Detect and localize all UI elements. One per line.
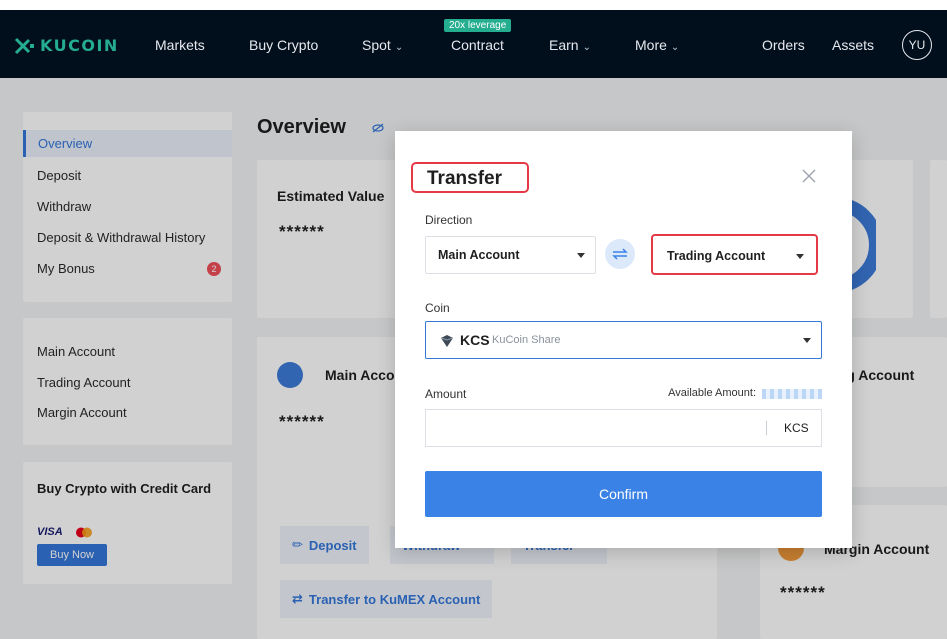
nav-assets[interactable]: Assets (832, 37, 874, 53)
coin-symbol: KCS (460, 332, 490, 348)
confirm-button[interactable]: Confirm (425, 471, 822, 517)
nav-orders[interactable]: Orders (762, 37, 805, 53)
nav-contract-label: Contract (451, 37, 504, 53)
chevron-down-icon: ⌄ (394, 42, 404, 53)
nav-markets[interactable]: Markets (155, 37, 205, 53)
logo-text: KUCOIN (40, 36, 119, 55)
nav-earn-label: Earn (549, 37, 579, 53)
nav-more[interactable]: More ⌄ (635, 37, 679, 53)
nav-buy-crypto[interactable]: Buy Crypto (249, 37, 318, 53)
top-navigation: KUCOIN Markets Buy Crypto Spot ⌄ 20x leve… (0, 10, 947, 78)
top-bar-wrapper: KUCOIN Markets Buy Crypto Spot ⌄ 20x leve… (0, 0, 947, 86)
leverage-badge: 20x leverage (444, 19, 512, 32)
nav-orders-label: Orders (762, 37, 805, 53)
amount-unit: KCS (784, 421, 809, 435)
nav-spot[interactable]: Spot ⌄ (362, 37, 403, 53)
nav-assets-label: Assets (832, 37, 875, 53)
swap-direction-button[interactable] (605, 239, 635, 269)
transfer-dialog: Transfer Direction Main Account Trading … (395, 131, 852, 548)
direction-label: Direction (425, 213, 473, 227)
available-amount-label: Available Amount: (668, 387, 756, 399)
dialog-title-highlight: Transfer (411, 162, 529, 193)
chevron-down-icon: ⌄ (582, 42, 591, 53)
from-account-value: Main Account (438, 248, 520, 262)
coin-name: KuCoin Share (492, 334, 561, 346)
amount-field: KCS (425, 409, 822, 447)
kcs-coin-icon (440, 335, 454, 347)
amount-label: Amount (425, 387, 467, 401)
available-amount-value-redacted (762, 389, 822, 399)
nav-earn[interactable]: Earn ⌄ (549, 37, 591, 53)
amount-input[interactable] (426, 410, 756, 446)
coin-select[interactable]: KCS KuCoin Share (425, 321, 822, 359)
nav-more-label: More (635, 37, 667, 53)
coin-label: Coin (425, 301, 450, 315)
nav-buy-crypto-label: Buy Crypto (249, 37, 319, 53)
kucoin-logo[interactable]: KUCOIN (14, 36, 119, 55)
amount-divider (766, 421, 767, 435)
nav-spot-label: Spot (362, 37, 391, 53)
swap-arrows-icon (612, 248, 628, 260)
kucoin-logo-icon (14, 37, 34, 54)
dialog-title: Transfer (427, 168, 502, 189)
close-icon[interactable] (801, 168, 817, 184)
caret-down-icon (803, 338, 811, 343)
caret-down-icon (577, 253, 585, 258)
to-account-highlight (651, 234, 818, 275)
nav-contract[interactable]: Contract (451, 37, 504, 53)
from-account-select[interactable]: Main Account (425, 236, 596, 274)
user-avatar[interactable]: YU (902, 30, 932, 60)
chevron-down-icon: ⌄ (670, 42, 680, 53)
nav-markets-label: Markets (155, 37, 205, 53)
